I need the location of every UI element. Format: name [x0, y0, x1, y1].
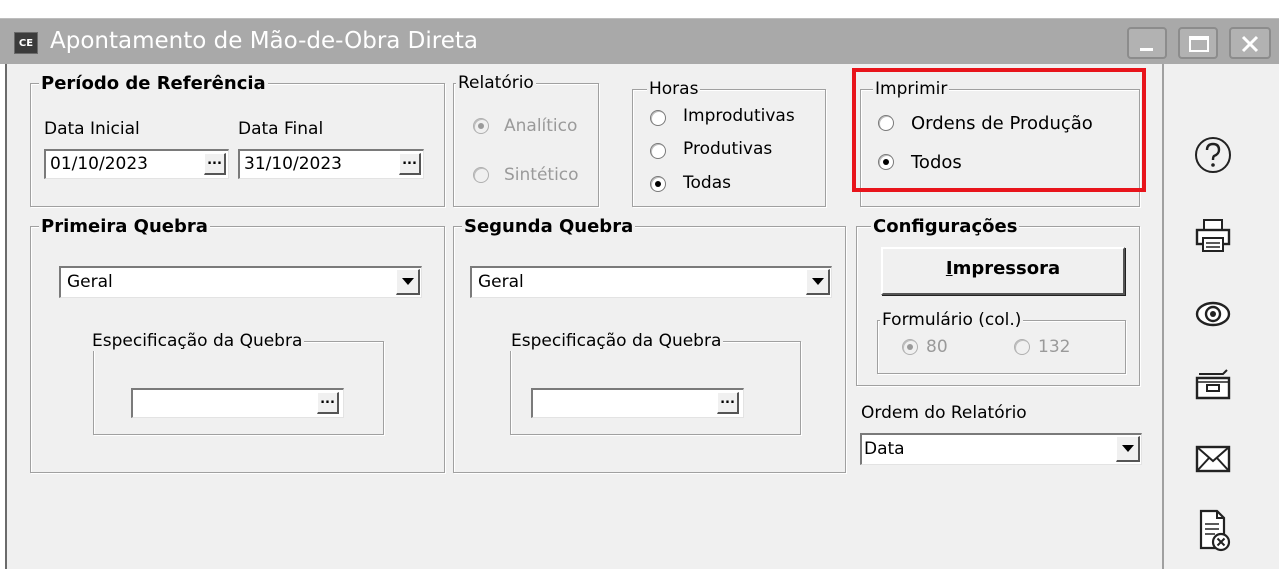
ordem-relatorio-value: Data: [864, 439, 905, 459]
chevron-down-icon: [1122, 445, 1134, 452]
segunda-quebra-group: Segunda Quebra Geral Especificação da Qu…: [453, 217, 846, 473]
data-final-label: Data Final: [238, 119, 324, 139]
periodo-referencia-group: Período de Referência Data Inicial Data …: [30, 74, 445, 207]
primeira-especificacao-browse-button[interactable]: ...: [317, 392, 339, 414]
imprimir-group: Imprimir Ordens de Produção Todos: [860, 80, 1140, 207]
primeira-quebra-select[interactable]: Geral: [59, 266, 422, 298]
data-inicial-label: Data Inicial: [44, 119, 140, 139]
horas-todas-label: Todas: [683, 173, 731, 193]
horas-improdutivas-label: Improdutivas: [683, 106, 795, 126]
imprimir-todos-radio[interactable]: [878, 154, 894, 170]
primeira-quebra-group: Primeira Quebra Geral Especificação da Q…: [30, 217, 445, 473]
data-final-picker-button[interactable]: ...: [399, 153, 421, 175]
application-window: CE Apontamento de Mão-de-Obra Direta Per…: [0, 0, 1279, 569]
file-drawer-icon[interactable]: [1193, 368, 1233, 406]
horas-improdutivas-radio[interactable]: [650, 110, 666, 126]
primeira-especificacao-legend: Especificação da Quebra: [90, 331, 305, 351]
periodo-referencia-legend: Período de Referência: [39, 73, 268, 94]
primeira-quebra-value: Geral: [67, 272, 113, 292]
horas-todas-radio[interactable]: [650, 176, 666, 192]
impressora-accelerator: I: [945, 258, 953, 279]
relatorio-sintetico-label: Sintético: [504, 165, 579, 185]
configuracoes-legend: Configurações: [871, 216, 1020, 237]
minimize-button[interactable]: [1127, 27, 1167, 59]
relatorio-sintetico-radio[interactable]: [473, 167, 489, 183]
data-inicial-value: 01/10/2023: [50, 154, 148, 174]
chevron-down-icon: [812, 278, 824, 285]
primeira-especificacao-field[interactable]: ...: [131, 388, 344, 418]
close-icon: [1241, 35, 1259, 53]
imprimir-ordens-radio[interactable]: [878, 115, 894, 131]
imprimir-ordens-label: Ordens de Produção: [911, 113, 1093, 134]
ordem-relatorio-label: Ordem do Relatório: [861, 403, 1027, 423]
relatorio-analitico-radio[interactable]: [473, 118, 489, 134]
segunda-especificacao-legend: Especificação da Quebra: [509, 331, 724, 351]
close-button[interactable]: [1229, 27, 1271, 59]
title-bar[interactable]: CE Apontamento de Mão-de-Obra Direta: [0, 18, 1279, 64]
horas-produtivas-radio[interactable]: [650, 143, 666, 159]
formulario-132-radio[interactable]: [1014, 339, 1030, 355]
data-final-value: 31/10/2023: [244, 154, 342, 174]
horas-group: Horas Improdutivas Produtivas Todas: [632, 80, 826, 207]
segunda-especificacao-group: Especificação da Quebra ...: [509, 332, 801, 435]
horas-legend: Horas: [647, 79, 701, 99]
impressora-button-label: mpressora: [952, 258, 1061, 279]
segunda-quebra-value: Geral: [478, 272, 524, 292]
formulario-group: Formulário (col.) 80 132: [877, 311, 1126, 374]
data-inicial-field[interactable]: 01/10/2023 ...: [44, 149, 229, 179]
relatorio-analitico-label: Analítico: [504, 116, 578, 136]
relatorio-group: Relatório Analítico Sintético: [453, 74, 599, 207]
primeira-quebra-dropdown-button[interactable]: [396, 269, 420, 295]
email-envelope-icon[interactable]: [1193, 443, 1233, 479]
horas-produtivas-label: Produtivas: [683, 139, 773, 159]
configuracoes-group: Configurações Impressora Formulário (col…: [856, 217, 1140, 386]
impressora-button[interactable]: Impressora: [881, 247, 1125, 295]
primeira-especificacao-group: Especificação da Quebra ...: [90, 332, 384, 435]
chevron-down-icon: [402, 278, 414, 285]
maximize-icon: [1189, 36, 1209, 52]
segunda-quebra-legend: Segunda Quebra: [462, 216, 636, 237]
minimize-icon: [1140, 48, 1153, 51]
ordem-relatorio-dropdown-button[interactable]: [1116, 436, 1140, 462]
formulario-132-label: 132: [1038, 337, 1071, 357]
primeira-quebra-legend: Primeira Quebra: [39, 216, 210, 237]
maximize-button[interactable]: [1178, 27, 1218, 59]
segunda-quebra-dropdown-button[interactable]: [806, 269, 830, 295]
preview-eye-icon[interactable]: [1193, 298, 1233, 334]
window-title: Apontamento de Mão-de-Obra Direta: [50, 28, 478, 54]
document-cancel-icon[interactable]: [1193, 508, 1233, 558]
ordem-relatorio-select[interactable]: Data: [860, 433, 1142, 465]
app-logo-icon: CE: [14, 32, 38, 54]
formulario-legend: Formulário (col.): [880, 310, 1024, 330]
data-final-field[interactable]: 31/10/2023 ...: [238, 149, 424, 179]
imprimir-todos-label: Todos: [911, 152, 962, 173]
help-icon[interactable]: [1193, 135, 1233, 179]
segunda-especificacao-field[interactable]: ...: [531, 388, 744, 418]
formulario-80-label: 80: [926, 337, 948, 357]
segunda-quebra-select[interactable]: Geral: [470, 266, 832, 298]
printer-icon[interactable]: [1193, 218, 1233, 258]
data-inicial-picker-button[interactable]: ...: [204, 153, 226, 175]
imprimir-legend: Imprimir: [873, 79, 950, 99]
relatorio-legend: Relatório: [456, 73, 536, 93]
formulario-80-radio[interactable]: [902, 339, 918, 355]
segunda-especificacao-browse-button[interactable]: ...: [717, 392, 739, 414]
